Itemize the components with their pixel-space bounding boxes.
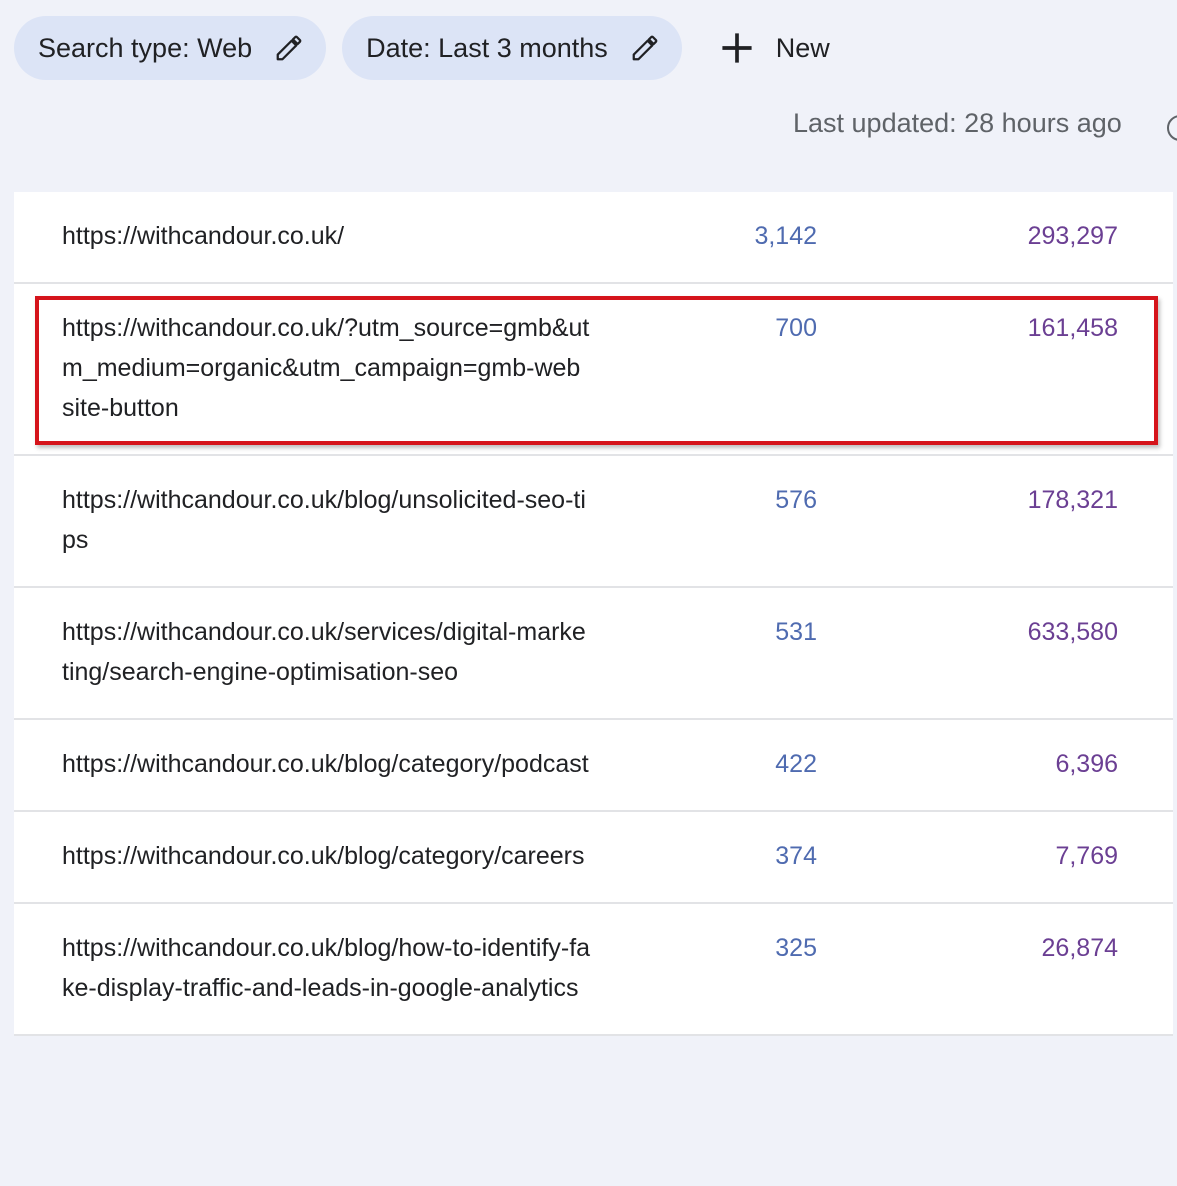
impressions-value: 178,321: [1027, 486, 1118, 514]
edit-icon[interactable]: [630, 33, 660, 63]
filter-bar: Search type: Web Date: Last 3 months New: [14, 16, 840, 80]
page-url: https://withcandour.co.uk/?utm_source=gm…: [62, 314, 590, 422]
impressions-value: 7,769: [1055, 842, 1118, 870]
impressions-value: 161,458: [1027, 314, 1118, 342]
clicks-value: 531: [775, 618, 817, 646]
search-type-filter-label: Search type: Web: [38, 32, 253, 63]
plus-icon: [722, 33, 752, 63]
pages-table: https://withcandour.co.uk/ 3,142 293,297…: [14, 192, 1173, 1036]
table-row[interactable]: https://withcandour.co.uk/blog/how-to-id…: [14, 904, 1173, 1036]
page-url: https://withcandour.co.uk/: [62, 222, 345, 250]
page-url: https://withcandour.co.uk/blog/category/…: [62, 842, 585, 870]
table-row[interactable]: https://withcandour.co.uk/blog/unsolicit…: [14, 456, 1173, 588]
table-row[interactable]: https://withcandour.co.uk/?utm_source=gm…: [14, 284, 1173, 456]
search-type-filter-chip[interactable]: Search type: Web: [14, 16, 327, 80]
page-url: https://withcandour.co.uk/blog/category/…: [62, 750, 589, 778]
impressions-value: 293,297: [1027, 222, 1118, 250]
page-url: https://withcandour.co.uk/blog/how-to-id…: [62, 934, 591, 1002]
date-filter-label: Date: Last 3 months: [366, 32, 608, 63]
new-filter-button[interactable]: New: [698, 16, 840, 80]
new-filter-label: New: [775, 32, 830, 63]
clicks-value: 576: [775, 486, 817, 514]
table-row[interactable]: https://withcandour.co.uk/services/digit…: [14, 588, 1173, 720]
clicks-value: 3,142: [754, 222, 817, 250]
page-url: https://withcandour.co.uk/blog/unsolicit…: [62, 486, 586, 554]
last-updated-text: Last updated: 28 hours ago: [793, 108, 1122, 138]
clicks-value: 374: [775, 842, 817, 870]
impressions-value: 6,396: [1055, 750, 1118, 778]
table-row[interactable]: https://withcandour.co.uk/blog/category/…: [14, 720, 1173, 812]
clicks-value: 325: [775, 934, 817, 962]
impressions-value: 26,874: [1041, 934, 1118, 962]
impressions-value: 633,580: [1027, 618, 1118, 646]
info-icon[interactable]: [1165, 113, 1177, 143]
page-url: https://withcandour.co.uk/services/digit…: [62, 618, 586, 686]
table-row[interactable]: https://withcandour.co.uk/blog/category/…: [14, 812, 1173, 904]
date-filter-chip[interactable]: Date: Last 3 months: [342, 16, 682, 80]
edit-icon[interactable]: [274, 33, 304, 63]
clicks-value: 700: [775, 314, 817, 342]
clicks-value: 422: [775, 750, 817, 778]
table-row[interactable]: https://withcandour.co.uk/ 3,142 293,297: [14, 192, 1173, 284]
